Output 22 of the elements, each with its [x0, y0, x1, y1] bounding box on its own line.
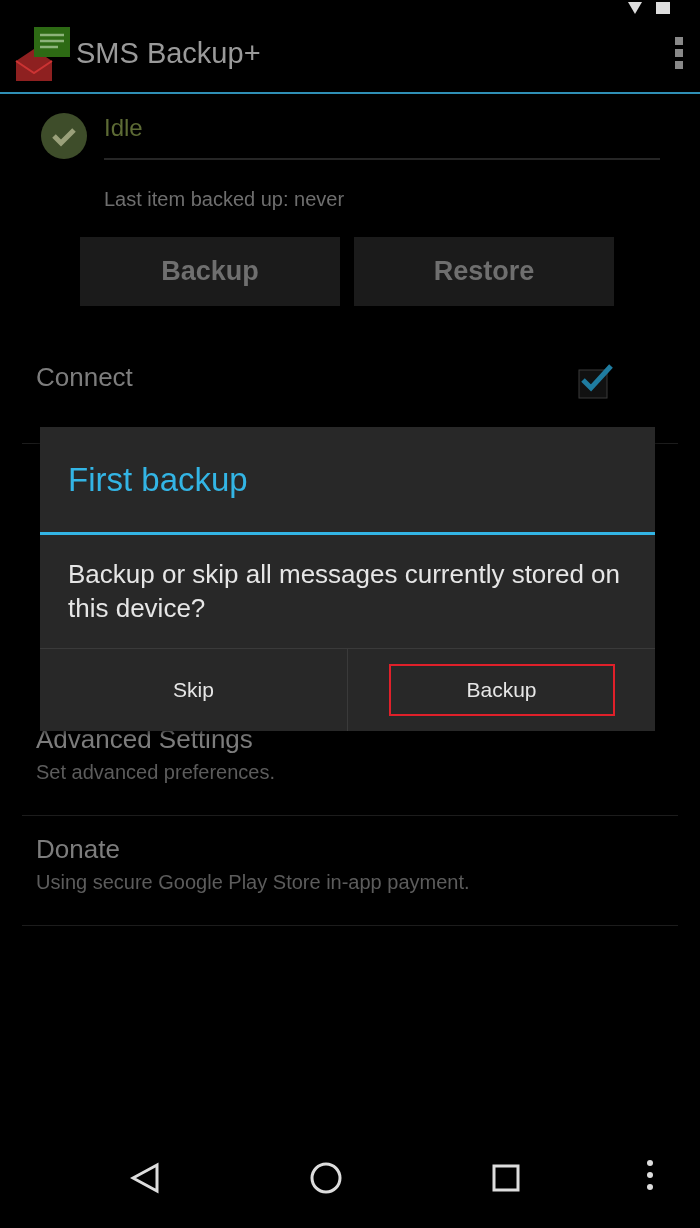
home-icon[interactable] — [310, 1162, 342, 1194]
pref-title: Advanced Settings — [36, 724, 254, 755]
dialog-message: Backup or skip all messages currently stored on this device? — [40, 535, 655, 649]
dialog-title: First backup — [40, 427, 655, 535]
checkbox[interactable] — [578, 362, 614, 400]
signal-icon — [628, 2, 642, 14]
recents-icon[interactable] — [492, 1164, 520, 1192]
app-logo-icon — [14, 25, 70, 81]
pref-title: Connect — [36, 362, 134, 393]
pref-summary: Using secure Google Play Store in-app payment. — [36, 871, 471, 894]
status-check-icon — [40, 112, 88, 160]
overflow-menu-icon[interactable] — [674, 36, 684, 70]
pref-title: Donate — [36, 834, 121, 865]
dialog-button[interactable]: Skip — [80, 664, 307, 716]
last-backup-text: Last item backed up: never — [104, 188, 346, 211]
app-title: SMS Backup+ — [76, 36, 262, 70]
pref-summary: Set advanced preferences. — [36, 761, 277, 784]
battery-icon — [656, 2, 670, 14]
status-label: Idle — [104, 112, 660, 160]
dialog-button[interactable]: Backup — [388, 664, 615, 716]
overflow-menu-icon[interactable] — [647, 1160, 653, 1190]
back-icon[interactable] — [130, 1162, 160, 1194]
